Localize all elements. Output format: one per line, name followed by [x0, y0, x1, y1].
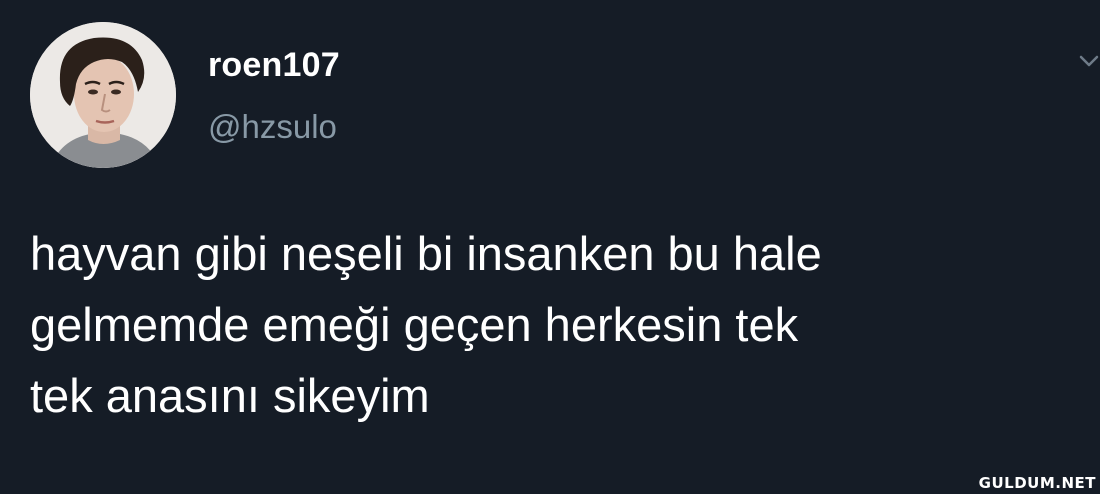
site-watermark: GULDUM.NET: [978, 474, 1096, 492]
avatar-photo: [30, 22, 176, 168]
tweet-text: hayvan gibi neşeli bi insanken bu hale g…: [30, 218, 1080, 431]
author-handle[interactable]: @hzsulo: [208, 108, 337, 146]
tweet-text-line: hayvan gibi neşeli bi insanken bu hale: [30, 227, 822, 280]
tweet-text-line: tek anasını sikeyim: [30, 369, 430, 422]
tweet-text-line: gelmemde emeği geçen herkesin tek: [30, 298, 799, 351]
chevron-down-icon[interactable]: [1078, 50, 1100, 72]
author-avatar[interactable]: [30, 22, 176, 168]
tweet-card: roen107 @hzsulo hayvan gibi neşeli bi in…: [0, 0, 1100, 494]
author-display-name[interactable]: roen107: [208, 46, 340, 85]
